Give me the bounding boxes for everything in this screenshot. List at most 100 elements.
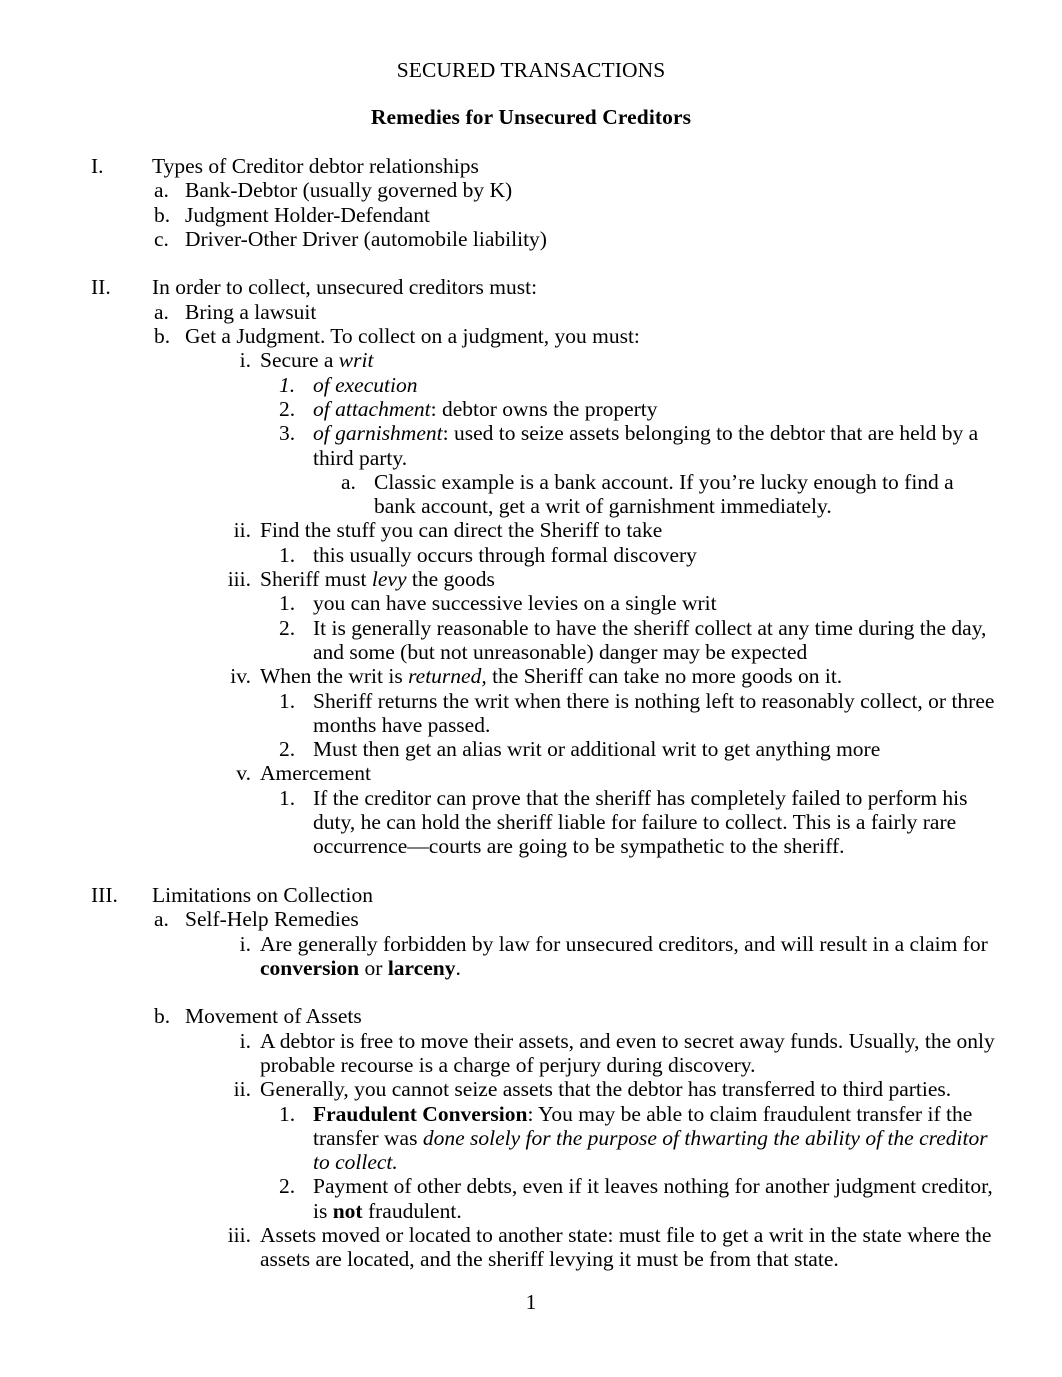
outline-marker: a. xyxy=(154,907,169,932)
outline-marker: iv. xyxy=(230,664,251,689)
outline-text: A debtor is free to move their assets, a… xyxy=(260,1028,995,1077)
outline-item-ii: II. In order to collect, unsecured credi… xyxy=(0,275,1062,299)
text-run-bold: Fraudulent Conversion xyxy=(313,1101,528,1126)
outline-text: Limitations on Collection xyxy=(152,882,373,907)
outline-marker: ii. xyxy=(233,518,251,543)
outline-marker: b. xyxy=(154,1004,171,1029)
outline-text: Movement of Assets xyxy=(185,1004,362,1029)
outline-marker: 1. xyxy=(279,372,296,397)
outline-marker: b. xyxy=(154,324,171,349)
outline-item-iii-b-i: i. A debtor is free to move their assets… xyxy=(0,1029,1062,1078)
outline-text: Generally, you cannot seize assets that … xyxy=(260,1077,952,1102)
outline-item-ii-b-iii-1: 1. you can have successive levies on a s… xyxy=(0,591,1062,615)
outline-item-i: I. Types of Creditor debtor relationship… xyxy=(0,154,1062,178)
outline-marker: v. xyxy=(236,761,251,786)
outline-marker: 1. xyxy=(279,1101,296,1126)
outline-item-iii: III. Limitations on Collection xyxy=(0,883,1062,907)
text-run-italic: of execution xyxy=(313,372,418,397)
outline-marker: a. xyxy=(341,469,356,494)
outline-item-ii-b-i-3-a: a. Classic example is a bank account. If… xyxy=(0,470,1062,519)
outline-marker: c. xyxy=(154,226,169,251)
outline-item-ii-b-i-1: 1. of execution xyxy=(0,373,1062,397)
outline-text: this usually occurs through formal disco… xyxy=(313,542,697,567)
outline-text: Fraudulent Conversion: You may be able t… xyxy=(313,1102,1062,1175)
outline-text: Get a Judgment. To collect on a judgment… xyxy=(185,324,640,349)
text-run: fraudulent. xyxy=(362,1198,462,1223)
outline-text: Assets moved or located to another state… xyxy=(260,1223,992,1272)
outline-item-i-a: a. Bank-Debtor (usually governed by K) xyxy=(0,178,1062,202)
outline-text: When the writ is returned, the Sheriff c… xyxy=(260,664,1062,688)
outline-item-iii-b-ii: ii. Generally, you cannot seize assets t… xyxy=(0,1077,1062,1101)
text-run-italic: levy xyxy=(371,567,407,592)
outline-item-ii-b-iv-1: 1. Sheriff returns the writ when there i… xyxy=(0,689,1062,738)
outline-marker: 1. xyxy=(279,542,296,567)
outline-item-ii-b-iii-2: 2. It is generally reasonable to have th… xyxy=(0,616,1062,665)
outline-item-ii-b-v-1: 1. If the creditor can prove that the sh… xyxy=(0,786,1062,859)
outline-item-ii-a: a. Bring a lawsuit xyxy=(0,300,1062,324)
outline-item-i-c: c. Driver-Other Driver (automobile liabi… xyxy=(0,227,1062,251)
outline-item-iii-b-ii-1: 1. Fraudulent Conversion: You may be abl… xyxy=(0,1102,1062,1175)
outline-text: Classic example is a bank account. If yo… xyxy=(374,469,954,519)
outline-text: Sheriff returns the writ when there is n… xyxy=(313,688,995,737)
outline-text: you can have successive levies on a sing… xyxy=(313,591,717,616)
outline-text: Types of Creditor debtor relationships xyxy=(152,154,479,178)
outline-text: Sheriff must levy the goods xyxy=(260,567,1062,591)
outline-marker: 2. xyxy=(279,615,296,640)
outline-text: Driver-Other Driver (automobile liabilit… xyxy=(185,226,547,251)
outline-item-ii-b-ii: ii. Find the stuff you can direct the Sh… xyxy=(0,518,1062,542)
outline-marker: i. xyxy=(239,348,251,373)
outline-text: It is generally reasonable to have the s… xyxy=(313,615,987,664)
text-run-bold: conversion xyxy=(260,955,360,980)
outline-marker: ii. xyxy=(233,1077,251,1102)
outline-text: Find the stuff you can direct the Sherif… xyxy=(260,518,663,543)
outline-item-ii-b-iii: iii. Sheriff must levy the goods xyxy=(0,567,1062,591)
outline-marker: 2. xyxy=(279,737,296,762)
outline-text: In order to collect, unsecured creditors… xyxy=(152,275,538,300)
document-title: SECURED TRANSACTIONS xyxy=(396,58,666,82)
text-run-italic: of garnishment xyxy=(313,421,443,446)
outline-text: of garnishment: used to seize assets bel… xyxy=(313,421,1062,470)
outline-text: Secure a writ xyxy=(260,348,1062,372)
outline-marker: 2. xyxy=(279,1174,296,1199)
outline-item-ii-b-iv: iv. When the writ is returned, the Sheri… xyxy=(0,664,1062,688)
text-run-bold: larceny xyxy=(387,955,456,980)
outline-item-iii-b: b. Movement of Assets xyxy=(0,1004,1062,1028)
outline-text: Bring a lawsuit xyxy=(185,299,317,324)
outline-item-iii-b-iii: iii. Assets moved or located to another … xyxy=(0,1223,1062,1272)
text-run-bold: not xyxy=(332,1198,363,1223)
text-run: or xyxy=(359,955,388,980)
text-run: Secure a xyxy=(260,348,339,373)
text-run: Sheriff must xyxy=(260,567,372,592)
outline-item-ii-b-iv-2: 2. Must then get an alias writ or additi… xyxy=(0,737,1062,761)
text-run: : debtor owns the property xyxy=(430,396,658,421)
outline-text: Judgment Holder-Defendant xyxy=(185,202,430,227)
outline-marker: b. xyxy=(154,202,171,227)
outline-text: Are generally forbidden by law for unsec… xyxy=(260,932,1062,981)
text-run-italic: writ xyxy=(338,348,374,373)
outline-marker: i. xyxy=(239,931,251,956)
outline-text: If the creditor can prove that the sheri… xyxy=(313,785,968,859)
outline-item-iii-a-i: i. Are generally forbidden by law for un… xyxy=(0,932,1062,981)
outline-marker: 3. xyxy=(279,421,296,446)
text-run: Are generally forbidden by law for unsec… xyxy=(260,931,988,956)
text-run: the goods xyxy=(406,567,495,592)
outline-marker: 1. xyxy=(279,785,296,810)
outline-marker: I. xyxy=(91,154,104,178)
outline-item-iii-b-ii-2: 2. Payment of other debts, even if it le… xyxy=(0,1174,1062,1223)
document-subtitle: Remedies for Unsecured Creditors xyxy=(370,104,692,129)
outline-item-ii-b-ii-1: 1. this usually occurs through formal di… xyxy=(0,543,1062,567)
document-page: SECURED TRANSACTIONS Remedies for Unsecu… xyxy=(0,0,1062,1377)
outline-text: Bank-Debtor (usually governed by K) xyxy=(185,178,513,203)
outline-text: of execution xyxy=(313,373,1062,397)
text-run: the Sheriff can take no more goods on it… xyxy=(486,664,843,689)
outline-item-i-b: b. Judgment Holder-Defendant xyxy=(0,203,1062,227)
outline-item-ii-b-v: v. Amercement xyxy=(0,761,1062,785)
outline-marker: i. xyxy=(239,1028,251,1053)
outline-marker: a. xyxy=(154,299,169,324)
outline-marker: III. xyxy=(91,882,118,907)
outline-item-ii-b-i: i. Secure a writ xyxy=(0,348,1062,372)
outline-text: Amercement xyxy=(260,761,372,786)
